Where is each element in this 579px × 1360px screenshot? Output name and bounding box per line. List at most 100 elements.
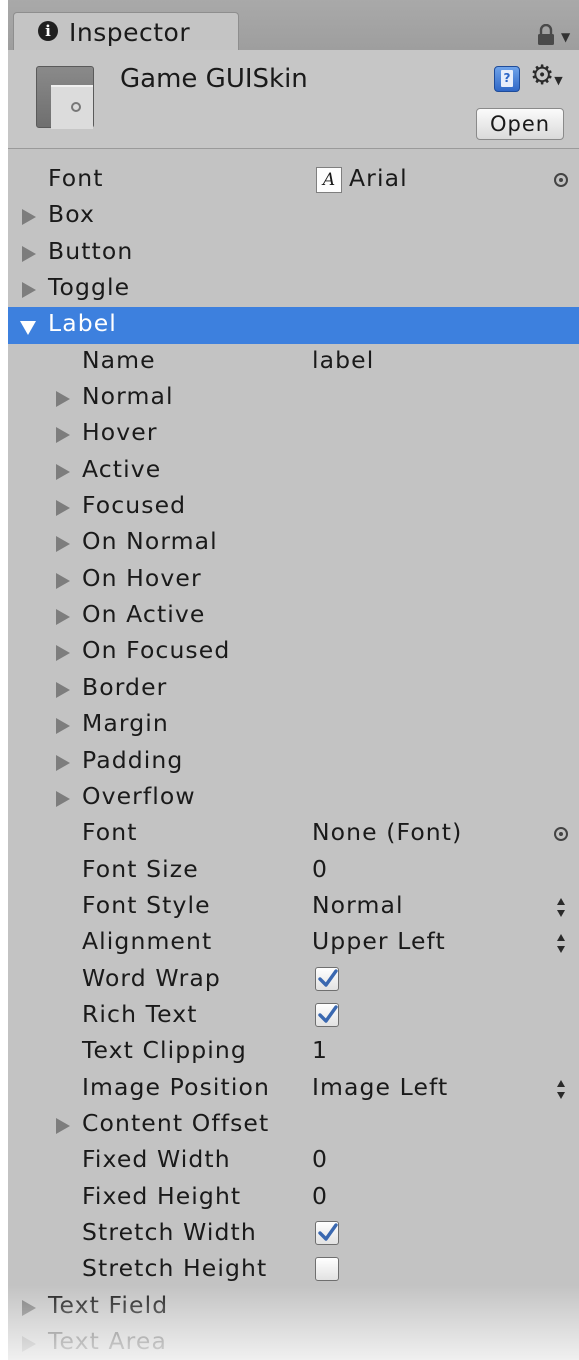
text-field-value[interactable]: 0 — [312, 1182, 328, 1210]
property-row-content-offset[interactable]: Content Offset — [8, 1107, 579, 1143]
property-row-stretch-height: Stretch Height — [8, 1252, 579, 1288]
property-label: On Normal — [82, 527, 218, 556]
property-row-image-position: Image Position Image Left — [8, 1071, 579, 1107]
text-field-value[interactable]: 0 — [312, 855, 328, 883]
property-label: Padding — [82, 745, 184, 774]
foldout-arrow-icon[interactable] — [56, 1117, 70, 1134]
property-row-border[interactable]: Border — [8, 671, 579, 707]
property-label: Border — [82, 672, 168, 701]
property-label: Font Style — [82, 890, 211, 919]
foldout-arrow-icon[interactable] — [56, 718, 70, 735]
property-row-text-area-section[interactable]: Text Area — [8, 1325, 579, 1360]
object-picker-icon[interactable] — [554, 827, 568, 842]
tab-menu-icon[interactable]: ▼ — [561, 30, 570, 44]
foldout-arrow-icon[interactable] — [56, 754, 70, 771]
property-row-on-normal[interactable]: On Normal — [8, 525, 579, 561]
property-row-on-active[interactable]: On Active — [8, 598, 579, 634]
foldout-arrow-icon[interactable] — [56, 500, 70, 517]
property-row-button-section[interactable]: Button — [8, 235, 579, 271]
property-label: Active — [82, 454, 162, 483]
property-label: On Focused — [82, 636, 231, 665]
foldout-arrow-icon[interactable] — [22, 209, 36, 226]
stretch-width-checkbox[interactable] — [315, 1220, 339, 1245]
object-field-value[interactable]: Arial — [349, 164, 408, 192]
popup-arrows-icon — [557, 897, 565, 917]
property-row-fixed-width: Fixed Width 0 — [8, 1143, 579, 1179]
property-label: Normal — [82, 382, 174, 411]
text-field-value[interactable]: 1 — [312, 1036, 328, 1064]
property-label: Stretch Width — [82, 1217, 257, 1246]
property-row-on-focused[interactable]: On Focused — [8, 634, 579, 670]
word-wrap-checkbox[interactable] — [315, 966, 339, 991]
foldout-arrow-icon[interactable] — [22, 1336, 36, 1352]
property-row-hover[interactable]: Hover — [8, 416, 579, 452]
property-label: Word Wrap — [82, 963, 221, 992]
property-row-normal[interactable]: Normal — [8, 380, 579, 416]
foldout-arrow-icon[interactable] — [56, 790, 70, 807]
property-row-overflow[interactable]: Overflow — [8, 780, 579, 816]
property-row-label-section[interactable]: Label — [8, 307, 579, 344]
foldout-arrow-icon[interactable] — [56, 427, 70, 444]
asset-title: Game GUISkin — [120, 64, 308, 94]
property-label: Toggle — [48, 273, 131, 302]
property-row-box-section[interactable]: Box — [8, 198, 579, 234]
property-row-focused[interactable]: Focused — [8, 489, 579, 525]
lock-icon[interactable] — [537, 24, 555, 46]
foldout-arrow-icon[interactable] — [56, 536, 70, 553]
foldout-arrow-icon[interactable] — [22, 245, 36, 262]
property-row-rich-text: Rich Text — [8, 998, 579, 1034]
asset-header: Game GUISkin ⚙▼ Open — [8, 50, 579, 149]
popup-arrows-icon — [557, 1079, 565, 1099]
popup-field-value[interactable]: Normal — [312, 891, 404, 919]
property-row-font-section: Font A Arial — [8, 162, 579, 198]
popup-field-value[interactable]: Image Left — [312, 1073, 448, 1101]
property-label: Alignment — [82, 927, 213, 956]
foldout-arrow-icon[interactable] — [22, 282, 36, 299]
help-icon[interactable] — [494, 66, 520, 92]
stretch-height-checkbox[interactable] — [315, 1257, 339, 1282]
property-row-name: Name label — [8, 344, 579, 380]
tab-label: Inspector — [69, 18, 191, 47]
foldout-arrow-icon[interactable] — [22, 1299, 36, 1316]
property-label: Stretch Height — [82, 1254, 268, 1283]
foldout-arrow-icon[interactable] — [56, 572, 70, 589]
property-label: Margin — [82, 709, 169, 738]
property-row-toggle-section[interactable]: Toggle — [8, 271, 579, 307]
property-label: Text Area — [48, 1327, 167, 1355]
foldout-arrow-icon[interactable] — [56, 609, 70, 626]
property-label: Fixed Width — [82, 1145, 231, 1174]
text-field-value[interactable]: label — [312, 346, 374, 374]
object-picker-icon[interactable] — [554, 173, 568, 187]
property-row-fixed-height: Fixed Height 0 — [8, 1180, 579, 1216]
property-row-active[interactable]: Active — [8, 453, 579, 489]
object-field-value[interactable]: None (Font) — [312, 818, 462, 846]
guiskin-asset-icon — [36, 66, 94, 129]
tab-inspector[interactable]: i Inspector — [13, 12, 239, 50]
foldout-arrow-icon[interactable] — [56, 681, 70, 698]
property-row-margin[interactable]: Margin — [8, 707, 579, 743]
gear-icon[interactable]: ⚙▼ — [530, 60, 563, 91]
property-label: Hover — [82, 418, 158, 447]
tab-strip: i Inspector ▼ — [8, 0, 579, 51]
property-row-padding[interactable]: Padding — [8, 744, 579, 780]
property-row-alignment: Alignment Upper Left — [8, 925, 579, 961]
property-label: Text Field — [48, 1290, 169, 1319]
rich-text-checkbox[interactable] — [315, 1002, 339, 1027]
property-row-on-hover[interactable]: On Hover — [8, 562, 579, 598]
foldout-arrow-icon[interactable] — [56, 391, 70, 408]
property-label: On Hover — [82, 563, 202, 592]
property-list: Font A Arial Box Button Toggle Label Name label N… — [8, 162, 579, 1360]
open-button[interactable]: Open — [476, 108, 564, 140]
popup-field-value[interactable]: Upper Left — [312, 927, 446, 955]
foldout-arrow-icon[interactable] — [56, 645, 70, 662]
property-row-font-style: Font Style Normal — [8, 889, 579, 925]
inspector-window: i Inspector ▼ Game GUISkin ⚙▼ Open Font A… — [8, 0, 579, 1360]
foldout-open-arrow-icon[interactable] — [20, 321, 36, 336]
property-row-text-field-section[interactable]: Text Field — [8, 1289, 579, 1325]
property-label: Name — [82, 345, 156, 374]
property-label: Focused — [82, 491, 187, 520]
foldout-arrow-icon[interactable] — [56, 463, 70, 480]
property-row-font: Font None (Font) — [8, 816, 579, 852]
text-field-value[interactable]: 0 — [312, 1145, 328, 1173]
property-label: Content Offset — [82, 1108, 270, 1137]
